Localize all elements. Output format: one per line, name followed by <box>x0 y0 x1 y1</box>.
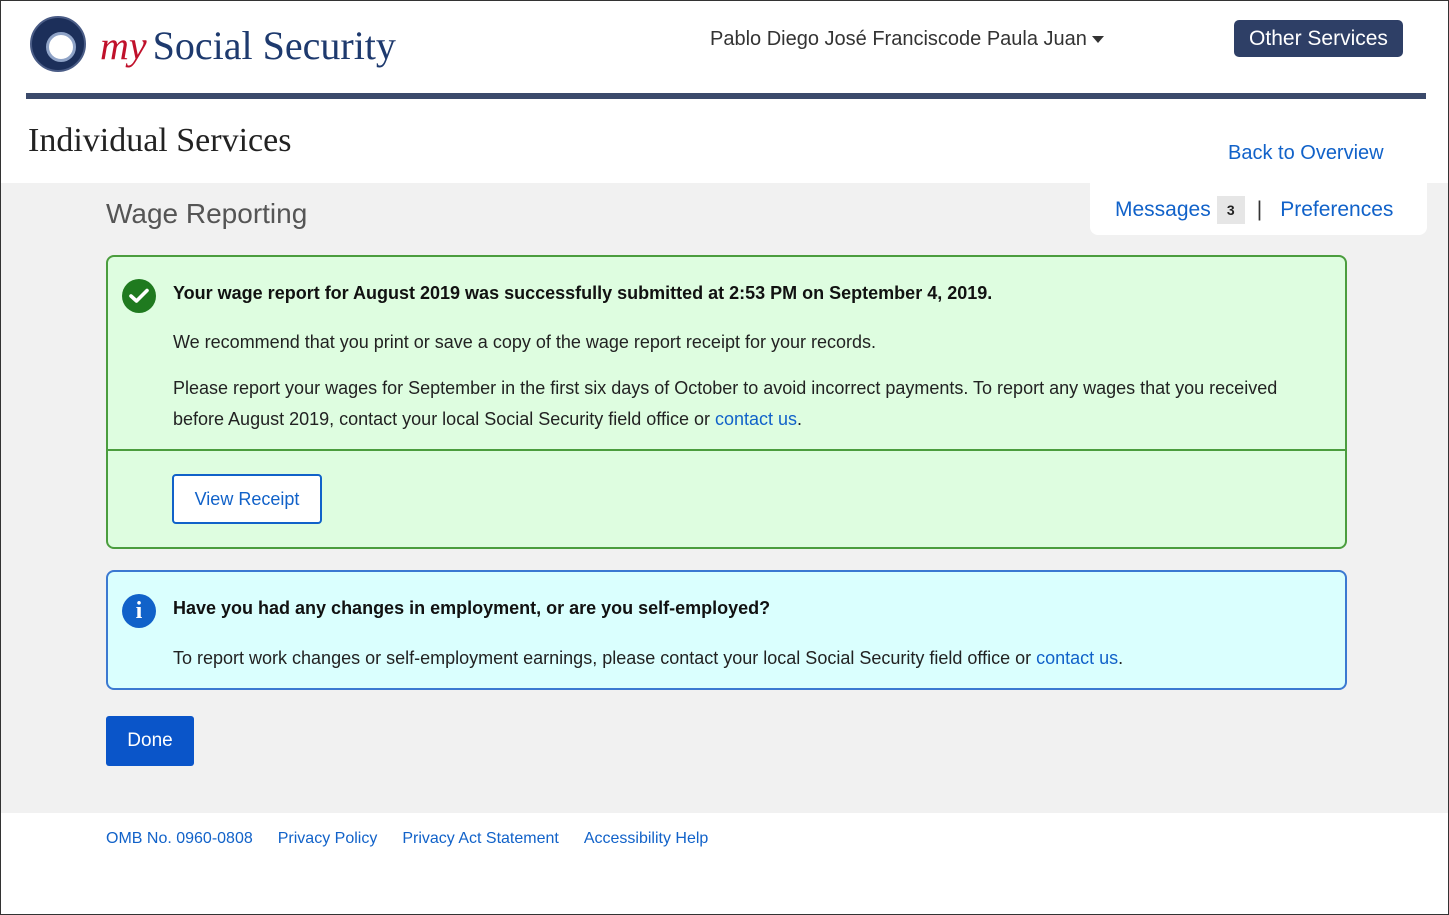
info-circle-icon: i <box>122 594 156 628</box>
success-title: Your wage report for August 2019 was suc… <box>173 283 993 303</box>
user-menu[interactable]: Pablo Diego José Franciscode Paula Juan <box>710 28 1104 51</box>
success-recommendation: We recommend that you print or save a co… <box>173 332 877 352</box>
success-instructions: Please report your wages for September i… <box>173 373 1313 435</box>
info-contact-us-link[interactable]: contact us <box>1036 648 1118 668</box>
brand-logo-text[interactable]: my Social Security <box>100 22 396 69</box>
other-services-button[interactable]: Other Services <box>1234 20 1403 57</box>
view-receipt-button[interactable]: View Receipt <box>172 474 322 524</box>
info-title: Have you had any changes in employment, … <box>173 598 771 618</box>
accessibility-help-link[interactable]: Accessibility Help <box>584 830 708 848</box>
privacy-policy-link[interactable]: Privacy Policy <box>278 830 378 848</box>
done-button[interactable]: Done <box>106 716 194 766</box>
messages-count-badge: 3 <box>1216 196 1245 224</box>
page-title: Individual Services <box>28 122 292 159</box>
contact-us-link[interactable]: contact us <box>715 409 797 429</box>
privacy-act-link[interactable]: Privacy Act Statement <box>402 830 559 848</box>
info-alert: i Have you had any changes in employment… <box>106 570 1347 690</box>
success-alert: Your wage report for August 2019 was suc… <box>106 255 1347 549</box>
info-text-body: To report work changes or self-employmen… <box>173 648 1037 668</box>
account-links: Messages 3 | Preferences <box>1090 183 1427 235</box>
success-divider <box>108 449 1345 451</box>
info-text: To report work changes or self-employmen… <box>173 648 1123 669</box>
ssa-seal-icon[interactable] <box>30 16 86 72</box>
link-separator: | <box>1256 198 1263 221</box>
header-divider <box>26 93 1426 99</box>
back-to-overview-link[interactable]: Back to Overview <box>1228 142 1384 165</box>
omb-number-link[interactable]: OMB No. 0960-0808 <box>106 830 253 848</box>
info-text-end: . <box>1118 648 1124 668</box>
messages-link[interactable]: Messages <box>1115 198 1211 222</box>
section-title: Wage Reporting <box>106 198 308 229</box>
caret-down-icon <box>1091 36 1104 44</box>
brand-my: my <box>100 23 147 68</box>
brand-social-security: Social Security <box>152 23 396 68</box>
site-header: my Social Security Pablo Diego José Franc… <box>0 0 1449 100</box>
preferences-link[interactable]: Preferences <box>1280 198 1393 222</box>
check-circle-icon <box>122 279 156 313</box>
user-name: Pablo Diego José Franciscode Paula Juan <box>710 28 1087 50</box>
footer-links: OMB No. 0960-0808 Privacy Policy Privacy… <box>106 830 733 848</box>
success-instructions-end: . <box>797 409 803 429</box>
